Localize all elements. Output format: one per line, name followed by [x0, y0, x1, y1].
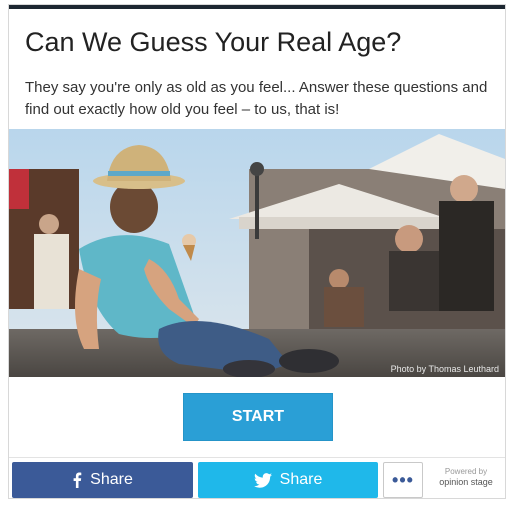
quiz-card: Can We Guess Your Real Age? They say you… [8, 4, 506, 499]
twitter-share-button[interactable]: Share [198, 462, 378, 498]
twitter-icon [253, 472, 272, 488]
quiz-description: They say you're only as old as you feel.… [25, 79, 488, 118]
quiz-cover-photo: Photo by Thomas Leuthard [9, 129, 505, 377]
photo-credit: Photo by Thomas Leuthard [390, 364, 499, 374]
share-bar: Share Share ••• Powered by opinion stage [9, 457, 505, 499]
powered-by-badge[interactable]: Powered by opinion stage [429, 466, 503, 488]
opinion-stage-logo: opinion stage [439, 477, 493, 487]
more-options-button[interactable]: ••• [383, 462, 423, 498]
powered-by-text: Powered by [444, 467, 488, 476]
facebook-icon [72, 472, 82, 488]
more-dots-icon: ••• [392, 469, 414, 490]
facebook-share-button[interactable]: Share [12, 462, 193, 498]
quiz-title: Can We Guess Your Real Age? [25, 27, 402, 57]
start-button[interactable]: START [183, 393, 333, 441]
twitter-share-label: Share [279, 471, 323, 488]
top-accent-bar [9, 5, 505, 9]
cover-photo-image [9, 129, 505, 377]
facebook-share-label: Share [90, 471, 133, 488]
